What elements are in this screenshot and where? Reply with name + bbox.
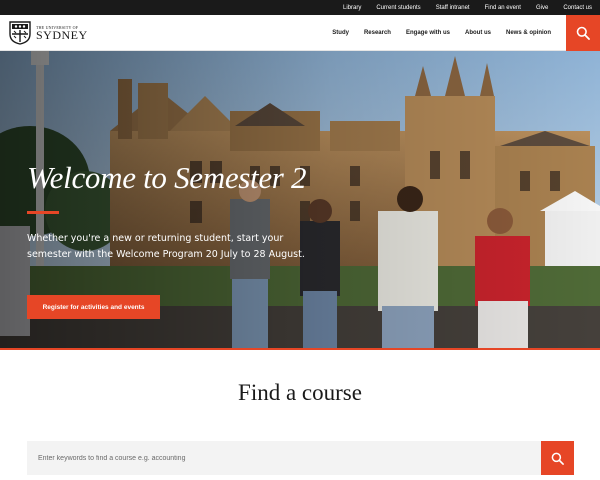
utility-link-library[interactable]: Library	[343, 5, 361, 11]
utility-link-staff-intranet[interactable]: Staff intranet	[436, 5, 470, 11]
nav-engage[interactable]: Engage with us	[406, 30, 450, 36]
main-header: THE UNIVERSITY OF SYDNEY Study Research …	[0, 15, 600, 51]
hero-title: Welcome to Semester 2	[27, 160, 307, 195]
hero-banner: Welcome to Semester 2 Whether you're a n…	[0, 51, 600, 349]
register-events-button[interactable]: Register for activities and events	[27, 295, 160, 319]
main-nav: Study Research Engage with us About us N…	[317, 15, 551, 51]
nav-study[interactable]: Study	[332, 30, 349, 36]
utility-link-contact[interactable]: Contact us	[563, 5, 592, 11]
nav-news[interactable]: News & opinion	[506, 30, 551, 36]
logo-line-2: SYDNEY	[36, 28, 88, 42]
header-search-button[interactable]	[566, 15, 600, 51]
course-search-field	[27, 441, 541, 475]
course-search-button[interactable]	[541, 441, 574, 475]
nav-research[interactable]: Research	[364, 30, 391, 36]
crest-icon	[9, 21, 31, 45]
course-search-input[interactable]	[27, 441, 541, 475]
utility-link-give[interactable]: Give	[536, 5, 548, 11]
nav-about[interactable]: About us	[465, 30, 491, 36]
hero-description: Whether you're a new or returning studen…	[27, 233, 305, 260]
find-course-title: Find a course	[238, 380, 362, 405]
utility-link-current-students[interactable]: Current students	[376, 5, 420, 11]
hero-accent-bar	[0, 348, 600, 350]
search-icon	[576, 26, 590, 40]
utility-link-find-event[interactable]: Find an event	[485, 5, 521, 11]
hero-divider	[27, 211, 59, 214]
search-icon	[551, 452, 564, 465]
utility-bar: Library Current students Staff intranet …	[0, 0, 600, 15]
university-logo[interactable]: THE UNIVERSITY OF SYDNEY	[9, 21, 88, 45]
